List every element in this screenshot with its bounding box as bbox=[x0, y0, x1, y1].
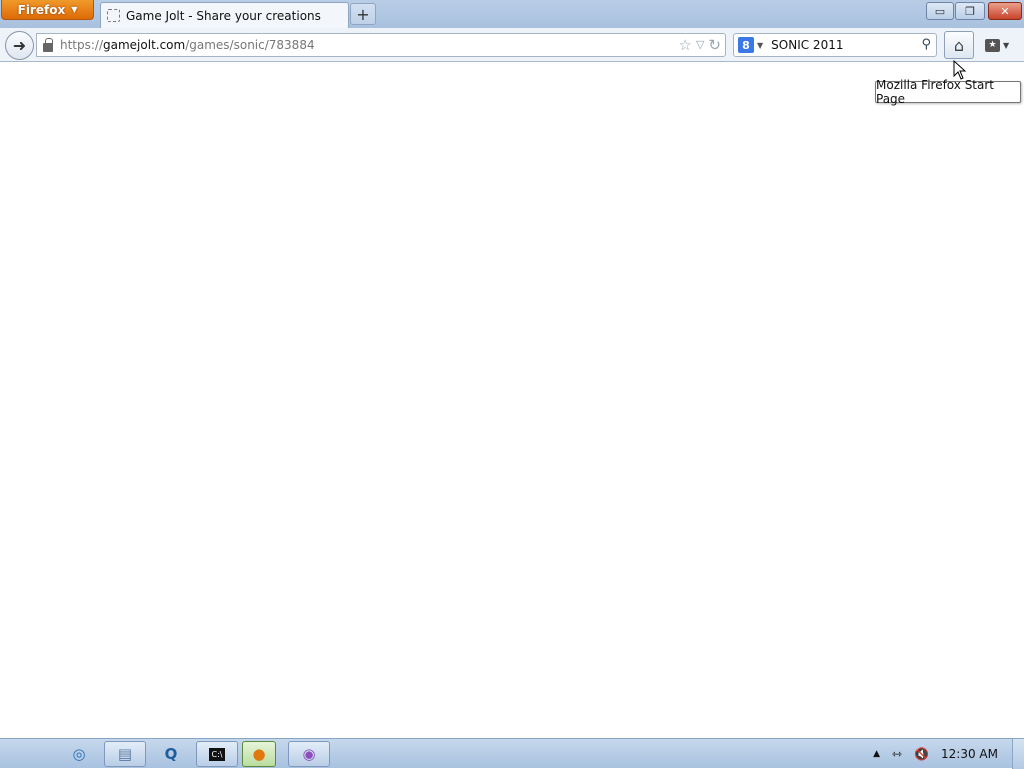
tab-game-jolt[interactable]: Game Jolt - Share your creations bbox=[100, 2, 349, 28]
navigation-toolbar: ➜ https://gamejolt.com/games/sonic/78388… bbox=[0, 28, 1024, 62]
chevron-down-icon[interactable]: ▼ bbox=[757, 41, 763, 50]
restore-button[interactable]: ❐ bbox=[955, 2, 985, 20]
url-bar[interactable]: https://gamejolt.com/games/sonic/783884 … bbox=[36, 33, 726, 57]
home-icon: ⌂ bbox=[953, 35, 965, 55]
chevron-down-icon: ▼ bbox=[71, 5, 78, 14]
start-button[interactable] bbox=[14, 741, 42, 767]
history-dropdown-icon[interactable]: ▽ bbox=[696, 36, 704, 54]
back-button[interactable]: ➜ bbox=[5, 31, 34, 60]
title-bar: Firefox ▼ Game Jolt - Share your creatio… bbox=[0, 0, 1024, 28]
mouse-cursor-icon bbox=[953, 60, 967, 80]
clock[interactable]: 12:30 AM bbox=[941, 747, 998, 761]
minimize-button[interactable]: ▭ bbox=[926, 2, 954, 20]
quicktime-icon: Q bbox=[164, 745, 178, 763]
disc-icon: ◉ bbox=[302, 745, 316, 763]
google-icon[interactable]: 8 bbox=[738, 37, 754, 53]
arrow-left-icon: ➜ bbox=[12, 36, 27, 55]
globe-icon: ◎ bbox=[72, 745, 86, 763]
bookmark-star-icon[interactable]: ☆ bbox=[679, 36, 692, 54]
home-button[interactable]: ⌂ bbox=[944, 31, 974, 59]
taskbar: ◎ ▤ Q C:\ ● ◉ ▲ ⇿ 🔇 12:30 AM bbox=[0, 738, 1024, 769]
network-icon[interactable]: ⇿ bbox=[892, 747, 902, 761]
close-button[interactable]: ✕ bbox=[988, 2, 1022, 20]
firefox-icon: ● bbox=[252, 745, 266, 763]
tab-title: Game Jolt - Share your creations bbox=[126, 8, 321, 23]
taskbar-app-firefox[interactable]: ● bbox=[242, 741, 276, 767]
volume-muted-icon[interactable]: 🔇 bbox=[914, 747, 929, 761]
system-tray: ▲ ⇿ 🔇 12:30 AM bbox=[873, 739, 1024, 769]
taskbar-app-terminal[interactable]: C:\ bbox=[196, 741, 238, 767]
search-icon[interactable]: ⚲ bbox=[921, 37, 931, 52]
page-content bbox=[0, 63, 1024, 738]
url-protocol: https:// bbox=[60, 38, 104, 52]
terminal-icon: C:\ bbox=[208, 747, 226, 761]
tooltip: Mozilla Firefox Start Page bbox=[875, 78, 1021, 106]
firefox-menu-button[interactable]: Firefox ▼ bbox=[1, 0, 94, 20]
page-favicon-icon bbox=[107, 9, 120, 22]
firefox-menu-label: Firefox bbox=[17, 2, 66, 17]
url-bar-icons: ☆ ▽ ↻ bbox=[679, 36, 722, 54]
show-desktop-button[interactable] bbox=[1012, 739, 1024, 769]
bookmarks-button[interactable]: ★ ▼ bbox=[985, 34, 1019, 56]
tray-expand-icon[interactable]: ▲ bbox=[873, 749, 880, 759]
taskbar-app-explorer[interactable]: ▤ bbox=[104, 741, 146, 767]
lock-icon bbox=[43, 37, 53, 52]
url-path: /games/sonic/783884 bbox=[185, 38, 315, 52]
taskbar-app-media[interactable]: ◉ bbox=[288, 741, 330, 767]
reload-icon[interactable]: ↻ bbox=[708, 36, 721, 54]
url-host: gamejolt.com bbox=[103, 38, 186, 52]
bookmarks-icon: ★ bbox=[985, 38, 1000, 52]
new-tab-button[interactable]: + bbox=[350, 3, 376, 25]
search-bar[interactable]: 8 ▼ SONIC 2011 ⚲ bbox=[733, 33, 937, 57]
taskbar-app-browser[interactable]: ◎ bbox=[58, 741, 100, 767]
folder-icon: ▤ bbox=[117, 745, 133, 763]
taskbar-app-quicktime[interactable]: Q bbox=[150, 741, 192, 767]
chevron-down-icon: ▼ bbox=[1003, 40, 1010, 50]
search-input[interactable]: SONIC 2011 bbox=[771, 38, 843, 52]
